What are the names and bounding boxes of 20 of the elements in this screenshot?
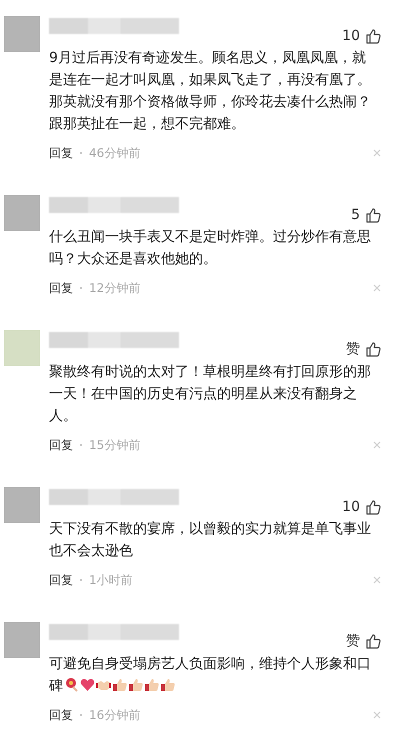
comment-text: 可避免自身受塌房艺人负面影响，维持个人形象和口碑: [49, 655, 372, 696]
timestamp: 1小时前: [89, 572, 134, 588]
timestamp: 46分钟前: [89, 144, 142, 162]
like-count: 赞: [346, 632, 360, 650]
comment-text: 9月过后再没有奇迹发生。顾名思义，凤凰凤凰，就是连在一起才叫凤凰，如果凤飞走了，再没有凰了。那英就没有那个资格做导师，你玲花去凑什么热闹？跟那英扯在一起，想不完都难。: [49, 49, 372, 134]
like-count: 10: [342, 28, 360, 44]
timestamp: 12分钟前: [89, 280, 142, 296]
reply-link[interactable]: 回复: [49, 280, 73, 296]
reply-link[interactable]: 回复: [49, 144, 73, 162]
like-count: 赞: [346, 340, 360, 358]
timestamp: 15分钟前: [89, 436, 142, 454]
reply-link[interactable]: 回复: [49, 572, 73, 588]
comment-text: 天下没有不散的宴席，以曾毅的实力就算是单飞事业也不会太逊色: [49, 520, 372, 561]
like-count: 5: [351, 207, 360, 223]
reply-link[interactable]: 回复: [49, 436, 73, 454]
timestamp: 16分钟前: [89, 706, 142, 724]
comment-text: 聚散终有时说的太对了！草根明星终有打回原形的那一天！在中国的历史有污点的明星从来没有翻身之人。: [49, 363, 372, 426]
like-count: 10: [342, 499, 360, 515]
reply-link[interactable]: 回复: [49, 706, 73, 724]
comment-text: 什么丑闻一块手表又不是定时炸弹。过分炒作有意思吗？大众还是喜欢他她的。: [49, 228, 372, 269]
